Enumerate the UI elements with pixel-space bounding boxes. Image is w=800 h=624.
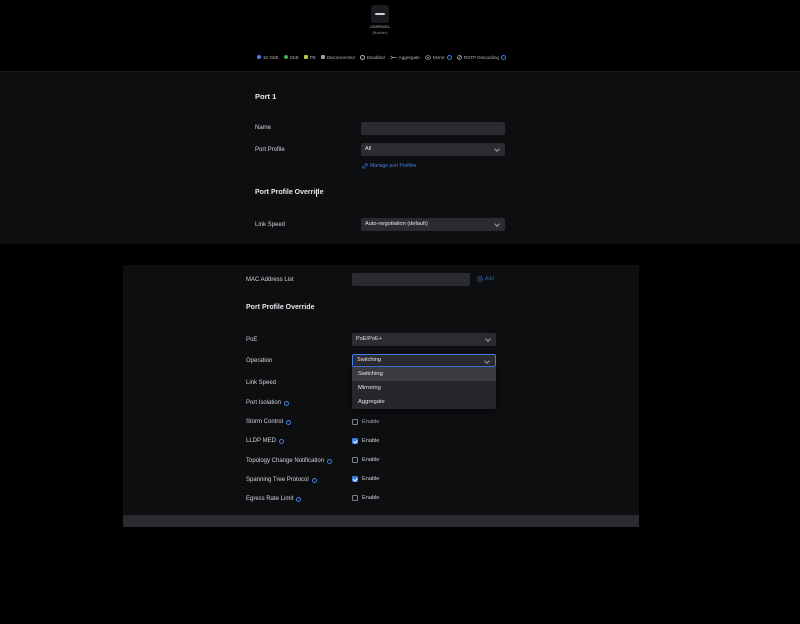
aggregate-icon [389,55,397,59]
legend-pe: PE [303,55,316,60]
override-panel-footer [123,515,639,527]
legend-gbe: GbE [283,55,299,60]
port-title: Port 1 [255,92,277,101]
dot-10gbe-icon [257,55,261,59]
link-speed-select[interactable]: Auto-negotiation (default) [361,218,505,231]
port-profile-value: All [365,146,372,152]
stp-label: Spanning Tree Protocol [246,477,309,483]
info-icon[interactable] [284,400,290,406]
option-mirroring[interactable]: Mirroring [352,381,496,395]
lldp-med-checkbox[interactable] [352,438,358,444]
option-aggregate[interactable]: Aggregate [352,395,496,409]
dot-gbe-icon [283,55,288,59]
port-profile-select[interactable]: All [361,143,505,156]
egress-row: Egress Rate Limit [246,496,302,502]
operation-label: Operation [246,358,273,364]
operation-select[interactable]: Switching [352,354,496,367]
operation-value: Switching [357,357,381,363]
poe-value: PoE/PoE+ [356,336,382,342]
stp-checkbox[interactable] [352,476,358,482]
storm-control-checkbox[interactable] [352,419,358,425]
lldp-med-enable-text: Enable [362,438,380,444]
mirror-info-icon[interactable] [446,54,452,60]
link-speed-label-2: Link Speed [246,380,277,386]
storm-control-label: Storm Control [246,419,284,425]
stp-enable-text: Enable [362,476,380,482]
egress-enable-text: Enable [362,495,380,501]
poe-select[interactable]: PoE/PoE+ [352,333,496,346]
legend-rstp: RSTP Discarding [456,54,506,60]
override-section-title: Port Profile Override [246,304,315,311]
legend-disconnected: Disconnected [320,55,355,60]
manage-profiles-link[interactable]: Manage port Profiles [362,163,416,169]
tcn-row: Topology Change Notification [246,458,333,464]
lldp-med-label: LLDP MED [246,438,276,444]
info-icon[interactable] [296,496,302,502]
port-isolation-row: Port Isolation [246,400,290,406]
tcn-checkbox[interactable] [352,457,358,463]
tcn-label: Topology Change Notification [246,458,325,464]
info-icon[interactable] [311,477,317,483]
rstp-info-icon[interactable] [501,54,506,60]
info-icon[interactable] [327,458,333,464]
link-speed-value: Auto-negotiation (default) [365,221,428,227]
add-mac-button[interactable]: Add [477,276,494,282]
option-switching[interactable]: Switching [352,367,496,381]
device-name: US8P60DL [369,24,390,29]
square-disconnected-icon [320,55,325,59]
operation-dropdown-menu: Switching Mirroring Aggregate [352,367,496,409]
add-circle-icon [477,276,483,282]
storm-control-enable-text: Enable [362,419,380,425]
poe-label: PoE [246,337,258,343]
mac-address-input[interactable] [352,273,470,286]
port-profile-label: Port Profile [255,147,285,153]
lldp-med-row: LLDP MED [246,438,284,444]
device-icon[interactable] [371,5,389,23]
device-subtitle: (Builder) [372,30,388,35]
stp-row: Spanning Tree Protocol [246,477,317,483]
text-cursor [316,189,317,197]
tcn-enable-text: Enable [362,457,380,463]
rstp-icon [456,54,462,60]
link-icon [362,163,368,169]
mac-address-label: MAC Address List [246,277,294,283]
chevron-down-icon [484,357,490,364]
storm-control-row: Storm Control [246,419,292,425]
info-icon[interactable] [286,419,292,425]
chevron-down-icon [494,146,500,152]
legend-mirror: Mirror [424,54,452,60]
legend-aggregate: Aggregate [389,55,420,60]
square-pe-icon [303,55,308,59]
egress-checkbox[interactable] [352,495,358,501]
egress-label: Egress Rate Limit [246,496,294,502]
info-icon[interactable] [278,438,284,444]
link-speed-label: Link Speed [255,222,286,228]
device-port-bar [375,13,385,15]
legend-10gbe: 10 GbE [257,55,279,60]
mirror-icon [424,54,431,60]
chevron-down-icon [494,221,500,227]
legend-disabled: Disabled [359,54,385,60]
port-name-input[interactable] [361,122,505,135]
override-title: Port Profile Override [255,189,324,196]
port-isolation-label: Port Isolation [246,400,282,406]
name-label: Name [255,125,272,131]
port-legend: 10 GbE GbE PE Disconnected Disabled Aggr… [257,53,506,61]
ring-disabled-icon [359,54,365,60]
chevron-down-icon [485,336,491,342]
